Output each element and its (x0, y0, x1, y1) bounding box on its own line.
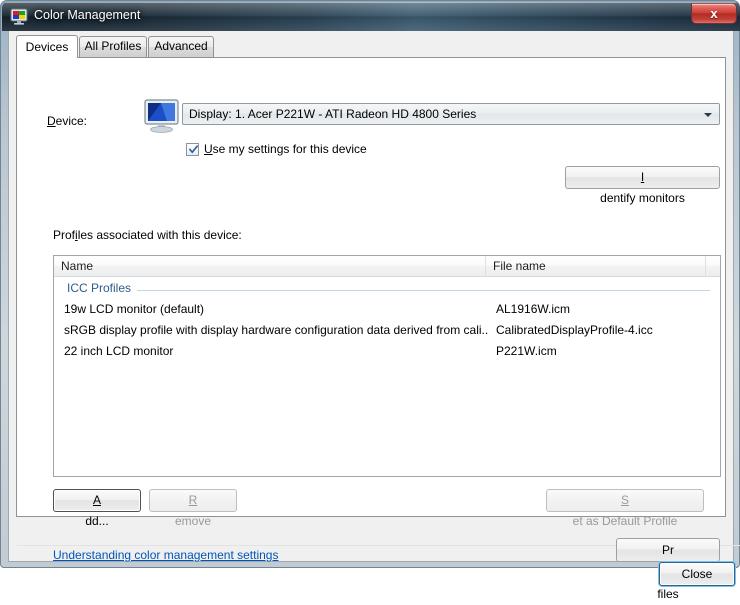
set-as-default-label-rest: et as Default Profile (572, 514, 678, 528)
check-icon (189, 145, 198, 154)
identify-monitors-label-rest: dentify monitors (600, 191, 685, 205)
profile-file-name: AL1916W.icm (496, 302, 571, 316)
profiles-list-header: Name File name (54, 256, 720, 277)
color-monitor-icon (10, 8, 28, 25)
remove-profile-button: Remove (149, 489, 237, 528)
profiles-button-label-a: Pr (662, 543, 674, 557)
set-as-default-profile-button: Set as Default Profile (546, 489, 704, 528)
device-label: Device: (47, 114, 88, 128)
close-dialog-label: Close (681, 567, 713, 581)
tab-advanced-label: Advanced (154, 39, 208, 53)
group-divider-line (67, 290, 710, 291)
profiles-button-label-b: files (657, 587, 679, 601)
understanding-color-management-link[interactable]: Understanding color management settings (53, 548, 278, 562)
tab-devices[interactable]: Devices (16, 35, 78, 58)
profile-file-name: CalibratedDisplayProfile-4.icc (496, 323, 653, 337)
tab-devices-label: Devices (25, 40, 69, 54)
add-profile-label-rest: dd... (85, 514, 109, 528)
profile-name: 22 inch LCD monitor (64, 344, 174, 358)
close-icon: x (710, 6, 718, 21)
remove-profile-label-rest: emove (174, 514, 212, 528)
table-row[interactable]: 19w LCD monitor (default) AL1916W.icm (54, 300, 720, 321)
device-combobox-value: Display: 1. Acer P221W - ATI Radeon HD 4… (189, 107, 477, 121)
color-management-window: Color Management x Devices All Profiles … (0, 0, 740, 601)
display-monitor-icon (141, 98, 183, 134)
chevron-down-icon (704, 113, 712, 117)
profiles-label-a: Prof (53, 228, 76, 242)
window-title: Color Management (34, 8, 141, 22)
group-header-label: ICC Profiles (67, 281, 138, 295)
profile-name: 19w LCD monitor (default) (64, 302, 205, 316)
device-label-rest: evice: (55, 114, 88, 128)
add-profile-label: Add... (54, 490, 140, 532)
profiles-button[interactable]: Profiles (616, 538, 720, 601)
column-header-filler (706, 256, 720, 276)
profile-file-name: P221W.icm (496, 344, 557, 358)
identify-monitors-label: Identify monitors (566, 167, 719, 209)
title-bar: Color Management x (2, 2, 740, 31)
tab-all-profiles[interactable]: All Profiles (79, 36, 147, 57)
tab-all-profiles-label: All Profiles (84, 39, 142, 53)
checkbox-box (186, 143, 199, 156)
profiles-group-header: ICC Profiles (54, 278, 720, 300)
device-combobox[interactable]: Display: 1. Acer P221W - ATI Radeon HD 4… (182, 103, 720, 125)
set-as-default-label: Set as Default Profile (547, 490, 703, 532)
profiles-label-b: les associated with this device: (77, 228, 242, 242)
profiles-list-label: Profiles associated with this device: (53, 228, 242, 242)
table-row[interactable]: 22 inch LCD monitor P221W.icm (54, 342, 720, 363)
profiles-listbox[interactable]: Name File name ICC Profiles 19w LCD moni… (53, 255, 721, 477)
table-row[interactable]: sRGB display profile with display hardwa… (54, 321, 720, 342)
identify-monitors-button[interactable]: Identify monitors (565, 166, 720, 205)
profile-name: sRGB display profile with display hardwa… (64, 323, 488, 337)
remove-profile-label: Remove (150, 490, 236, 532)
close-dialog-button[interactable]: Close (659, 562, 735, 586)
use-my-settings-label: Use my settings for this device (204, 142, 367, 156)
use-my-settings-label-rest: se my settings for this device (212, 142, 367, 156)
close-window-button[interactable]: x (691, 3, 737, 24)
add-profile-button[interactable]: Add... (53, 489, 141, 528)
tab-advanced[interactable]: Advanced (148, 36, 214, 57)
dialog-body: Devices All Profiles Advanced Device: Di… (8, 31, 740, 601)
column-header-file-name[interactable]: File name (486, 256, 706, 276)
devices-tab-panel: Device: Display: 1. Acer P221W - ATI Rad… (16, 57, 740, 601)
column-header-name[interactable]: Name (54, 256, 486, 276)
